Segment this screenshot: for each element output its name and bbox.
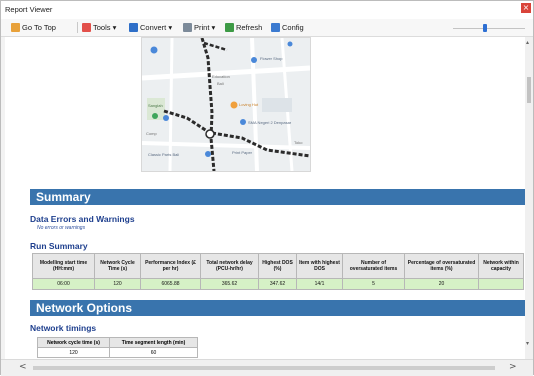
column-header: Performance Index (£ per hr) <box>140 253 201 279</box>
table-cell <box>478 278 524 290</box>
refresh-icon <box>225 23 234 32</box>
table-cell: 365.62 <box>200 278 259 290</box>
column-header: Percentage of oversaturated items (%) <box>404 253 479 279</box>
scroll-down-arrow-icon[interactable]: ▾ <box>526 340 529 347</box>
printer-icon <box>183 23 192 32</box>
horizontal-scroll-thumb[interactable] <box>33 366 495 370</box>
table-cell: 120 <box>94 278 141 290</box>
refresh-label: Refresh <box>236 23 263 32</box>
map-label: Toko <box>294 140 303 145</box>
tools-icon <box>82 23 91 32</box>
map-label: SMA Negeri 2 Denpasar <box>248 120 292 125</box>
toolbar-separator <box>77 22 78 33</box>
scroll-up-arrow-icon[interactable]: ▴ <box>526 39 529 46</box>
column-header: Number of oversaturated items <box>342 253 405 279</box>
go-to-top-label: Go To Top <box>22 23 56 32</box>
scroll-right-arrow-icon[interactable]: > <box>509 362 517 372</box>
table-row: 120 60 <box>37 347 198 358</box>
config-button[interactable]: Config <box>271 22 304 33</box>
table-header-row: Modelling start time (HH:mm) Network Cyc… <box>32 253 524 279</box>
column-header: Network Cycle Time (s) <box>94 253 141 279</box>
toolbar: Go To Top Tools ▾ Convert ▾ Print ▾ Refr… <box>1 19 533 37</box>
print-menu-button[interactable]: Print ▾ <box>183 22 215 33</box>
column-header: Highest DOS (%) <box>258 253 297 279</box>
print-label: Print ▾ <box>194 23 216 32</box>
column-header: Network cycle time (s) <box>37 337 110 348</box>
zoom-slider-track[interactable] <box>453 28 525 29</box>
table-cell: 347.62 <box>258 278 297 290</box>
vertical-scrollbar[interactable]: ▴ ▾ <box>525 37 533 359</box>
map-label: Print Paper <box>232 150 253 155</box>
column-header: Network within capacity <box>478 253 524 279</box>
network-timings-heading: Network timings <box>30 323 97 333</box>
run-summary-heading: Run Summary <box>30 241 88 251</box>
convert-menu-button[interactable]: Convert ▾ <box>129 22 172 33</box>
table-cell: 20 <box>404 278 479 290</box>
tools-menu-button[interactable]: Tools ▾ <box>82 22 116 33</box>
window-title: Report Viewer <box>5 5 53 14</box>
report-viewer-window: Report Viewer × Go To Top Tools ▾ Conver… <box>0 0 534 376</box>
config-label: Config <box>282 23 304 32</box>
data-errors-note: No errors or warnings <box>37 225 86 231</box>
tools-label: Tools ▾ <box>93 23 117 32</box>
go-to-top-button[interactable]: Go To Top <box>11 22 56 33</box>
map-label: Education <box>212 74 230 79</box>
run-summary-table: Modelling start time (HH:mm) Network Cyc… <box>32 253 524 290</box>
summary-section-header: Summary <box>30 189 525 205</box>
column-header: Item with highest DOS <box>296 253 343 279</box>
report-content: Flower Shop Education Bali Loving Hut SM… <box>5 37 529 359</box>
table-cell: 14/1 <box>296 278 343 290</box>
column-header: Modelling start time (HH:mm) <box>32 253 95 279</box>
config-icon <box>271 23 280 32</box>
table-row: 06:00 120 6065.88 365.62 347.62 14/1 5 2… <box>32 278 524 290</box>
map-label: Sanglah <box>148 103 163 108</box>
map-label: Classic Parts Bali <box>148 152 180 157</box>
table-cell: 6065.88 <box>140 278 201 290</box>
close-button[interactable]: × <box>521 3 531 13</box>
table-cell: 5 <box>342 278 405 290</box>
junction-map: Flower Shop Education Bali Loving Hut SM… <box>141 37 311 172</box>
table-cell: 06:00 <box>32 278 95 290</box>
map-label: Bali <box>217 81 224 86</box>
column-header: Total network delay (PCU-hr/hr) <box>200 253 259 279</box>
table-header-row: Network cycle time (s) Time segment leng… <box>37 337 198 348</box>
refresh-button[interactable]: Refresh <box>225 22 262 33</box>
scroll-left-arrow-icon[interactable]: < <box>19 362 27 372</box>
horizontal-scrollbar[interactable]: < > <box>1 359 533 376</box>
table-cell: 120 <box>37 347 110 358</box>
map-label: Comp <box>146 131 157 136</box>
map-label: Flower Shop <box>260 56 283 61</box>
network-timings-table: Network cycle time (s) Time segment leng… <box>37 337 198 358</box>
convert-label: Convert ▾ <box>140 23 173 32</box>
map-label: Loving Hut <box>239 102 259 107</box>
table-cell: 60 <box>109 347 198 358</box>
convert-icon <box>129 23 138 32</box>
go-to-top-icon <box>11 23 20 32</box>
data-errors-heading: Data Errors and Warnings <box>30 214 135 224</box>
column-header: Time segment length (min) <box>109 337 198 348</box>
network-options-section-header: Network Options <box>30 300 525 316</box>
zoom-slider-thumb[interactable] <box>483 24 487 32</box>
title-bar: Report Viewer × <box>1 1 533 19</box>
vertical-scroll-thumb[interactable] <box>527 77 531 103</box>
